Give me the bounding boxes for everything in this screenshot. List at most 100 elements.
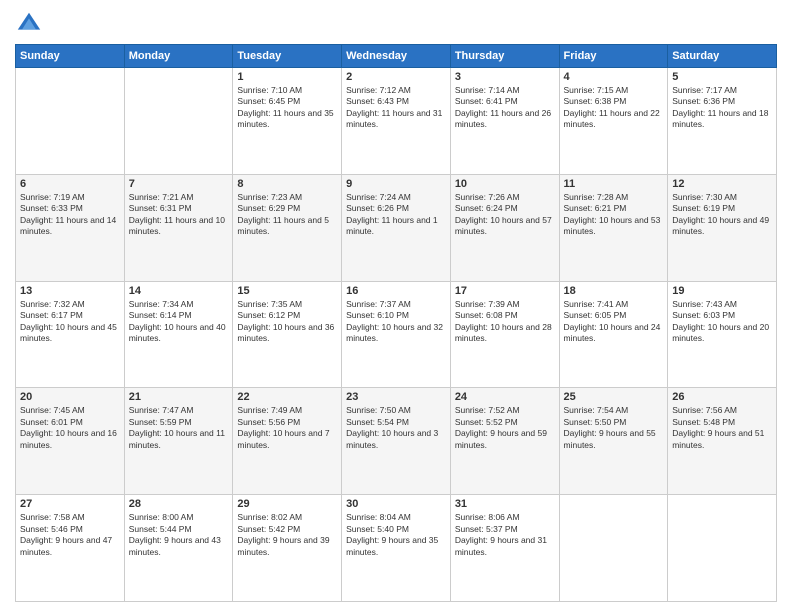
day-info: Sunrise: 7:26 AM Sunset: 6:24 PM Dayligh… — [455, 192, 555, 238]
logo-icon — [15, 10, 43, 38]
calendar-cell: 24Sunrise: 7:52 AM Sunset: 5:52 PM Dayli… — [450, 388, 559, 495]
calendar-row-1: 6Sunrise: 7:19 AM Sunset: 6:33 PM Daylig… — [16, 174, 777, 281]
day-number: 23 — [346, 391, 446, 403]
weekday-header-row: SundayMondayTuesdayWednesdayThursdayFrid… — [16, 45, 777, 68]
calendar-cell: 22 Sunrise: 7:49 AM Sunset: 5:56 PM Dayli… — [233, 388, 342, 495]
logo — [15, 10, 47, 38]
day-number: 9 — [346, 178, 446, 190]
day-info: Sunrise: 7:35 AM Sunset: 6:12 PM Dayligh… — [237, 299, 337, 345]
calendar-row-0: 1 Sunrise: 7:10 AM Sunset: 6:45 PM Daylig… — [16, 68, 777, 175]
calendar-cell: 20 Sunrise: 7:45 AM Sunset: 6:01 PM Dayli… — [16, 388, 125, 495]
day-number: 2 — [346, 71, 446, 83]
calendar-cell: 29Sunrise: 8:02 AM Sunset: 5:42 PM Dayli… — [233, 495, 342, 602]
day-number: 13 — [20, 285, 120, 297]
calendar-cell: 3Sunrise: 7:14 AM Sunset: 6:41 PM Daylig… — [450, 68, 559, 175]
calendar-cell: 19 Sunrise: 7:43 AM Sunset: 6:03 PM Dayli… — [668, 281, 777, 388]
calendar-cell: 8 Sunrise: 7:23 AM Sunset: 6:29 PM Daylig… — [233, 174, 342, 281]
calendar-cell: 12 Sunrise: 7:30 AM Sunset: 6:19 PM Dayli… — [668, 174, 777, 281]
calendar-cell: 21 Sunrise: 7:47 AM Sunset: 5:59 PM Dayli… — [124, 388, 233, 495]
calendar-cell: 1 Sunrise: 7:10 AM Sunset: 6:45 PM Daylig… — [233, 68, 342, 175]
day-info: Sunrise: 7:30 AM Sunset: 6:19 PM Dayligh… — [672, 192, 772, 238]
page: SundayMondayTuesdayWednesdayThursdayFrid… — [0, 0, 792, 612]
calendar-cell: 27Sunrise: 7:58 AM Sunset: 5:46 PM Dayli… — [16, 495, 125, 602]
day-info: Sunrise: 7:28 AM Sunset: 6:21 PM Dayligh… — [564, 192, 664, 238]
day-number: 14 — [129, 285, 229, 297]
day-info: Sunrise: 7:56 AM Sunset: 5:48 PM Dayligh… — [672, 405, 772, 451]
day-number: 4 — [564, 71, 664, 83]
calendar-cell: 4 Sunrise: 7:15 AM Sunset: 6:38 PM Daylig… — [559, 68, 668, 175]
day-info: Sunrise: 7:39 AM Sunset: 6:08 PM Dayligh… — [455, 299, 555, 345]
day-number: 27 — [20, 498, 120, 510]
day-number: 28 — [129, 498, 229, 510]
calendar-cell: 7 Sunrise: 7:21 AM Sunset: 6:31 PM Daylig… — [124, 174, 233, 281]
day-number: 8 — [237, 178, 337, 190]
day-number: 24 — [455, 391, 555, 403]
day-info: Sunrise: 7:47 AM Sunset: 5:59 PM Dayligh… — [129, 405, 229, 451]
day-number: 3 — [455, 71, 555, 83]
weekday-header-wednesday: Wednesday — [342, 45, 451, 68]
calendar-cell — [16, 68, 125, 175]
calendar-cell: 9 Sunrise: 7:24 AM Sunset: 6:26 PM Daylig… — [342, 174, 451, 281]
day-info: Sunrise: 7:23 AM Sunset: 6:29 PM Dayligh… — [237, 192, 337, 238]
weekday-header-friday: Friday — [559, 45, 668, 68]
calendar-cell: 23 Sunrise: 7:50 AM Sunset: 5:54 PM Dayli… — [342, 388, 451, 495]
day-number: 20 — [20, 391, 120, 403]
day-number: 15 — [237, 285, 337, 297]
weekday-header-sunday: Sunday — [16, 45, 125, 68]
day-number: 17 — [455, 285, 555, 297]
day-info: Sunrise: 7:54 AM Sunset: 5:50 PM Dayligh… — [564, 405, 664, 451]
calendar-cell: 31Sunrise: 8:06 AM Sunset: 5:37 PM Dayli… — [450, 495, 559, 602]
calendar-cell: 28 Sunrise: 8:00 AM Sunset: 5:44 PM Dayli… — [124, 495, 233, 602]
calendar-cell — [124, 68, 233, 175]
day-info: Sunrise: 7:45 AM Sunset: 6:01 PM Dayligh… — [20, 405, 120, 451]
day-number: 6 — [20, 178, 120, 190]
day-info: Sunrise: 7:10 AM Sunset: 6:45 PM Dayligh… — [237, 85, 337, 131]
calendar-cell — [668, 495, 777, 602]
weekday-header-saturday: Saturday — [668, 45, 777, 68]
calendar-cell — [559, 495, 668, 602]
day-info: Sunrise: 7:32 AM Sunset: 6:17 PM Dayligh… — [20, 299, 120, 345]
day-number: 22 — [237, 391, 337, 403]
calendar-row-2: 13 Sunrise: 7:32 AM Sunset: 6:17 PM Dayli… — [16, 281, 777, 388]
day-number: 21 — [129, 391, 229, 403]
day-info: Sunrise: 7:17 AM Sunset: 6:36 PM Dayligh… — [672, 85, 772, 131]
calendar-cell: 11 Sunrise: 7:28 AM Sunset: 6:21 PM Dayli… — [559, 174, 668, 281]
day-number: 7 — [129, 178, 229, 190]
calendar-cell: 10 Sunrise: 7:26 AM Sunset: 6:24 PM Dayli… — [450, 174, 559, 281]
header — [15, 10, 777, 38]
day-info: Sunrise: 8:06 AM Sunset: 5:37 PM Dayligh… — [455, 512, 555, 558]
day-info: Sunrise: 7:24 AM Sunset: 6:26 PM Dayligh… — [346, 192, 446, 238]
calendar-cell: 2 Sunrise: 7:12 AM Sunset: 6:43 PM Daylig… — [342, 68, 451, 175]
calendar-cell: 15 Sunrise: 7:35 AM Sunset: 6:12 PM Dayli… — [233, 281, 342, 388]
day-info: Sunrise: 7:15 AM Sunset: 6:38 PM Dayligh… — [564, 85, 664, 131]
calendar-cell: 30Sunrise: 8:04 AM Sunset: 5:40 PM Dayli… — [342, 495, 451, 602]
calendar-cell: 5 Sunrise: 7:17 AM Sunset: 6:36 PM Daylig… — [668, 68, 777, 175]
day-info: Sunrise: 7:12 AM Sunset: 6:43 PM Dayligh… — [346, 85, 446, 131]
day-number: 1 — [237, 71, 337, 83]
day-number: 18 — [564, 285, 664, 297]
day-number: 26 — [672, 391, 772, 403]
calendar-cell: 25 Sunrise: 7:54 AM Sunset: 5:50 PM Dayli… — [559, 388, 668, 495]
calendar: SundayMondayTuesdayWednesdayThursdayFrid… — [15, 44, 777, 602]
day-number: 30 — [346, 498, 446, 510]
weekday-header-monday: Monday — [124, 45, 233, 68]
day-number: 11 — [564, 178, 664, 190]
day-number: 16 — [346, 285, 446, 297]
weekday-header-thursday: Thursday — [450, 45, 559, 68]
day-number: 12 — [672, 178, 772, 190]
day-info: Sunrise: 8:00 AM Sunset: 5:44 PM Dayligh… — [129, 512, 229, 558]
day-number: 10 — [455, 178, 555, 190]
calendar-cell: 6Sunrise: 7:19 AM Sunset: 6:33 PM Daylig… — [16, 174, 125, 281]
day-number: 5 — [672, 71, 772, 83]
calendar-cell: 13 Sunrise: 7:32 AM Sunset: 6:17 PM Dayli… — [16, 281, 125, 388]
day-number: 25 — [564, 391, 664, 403]
day-info: Sunrise: 7:50 AM Sunset: 5:54 PM Dayligh… — [346, 405, 446, 451]
day-info: Sunrise: 7:49 AM Sunset: 5:56 PM Dayligh… — [237, 405, 337, 451]
calendar-cell: 26 Sunrise: 7:56 AM Sunset: 5:48 PM Dayli… — [668, 388, 777, 495]
day-info: Sunrise: 7:21 AM Sunset: 6:31 PM Dayligh… — [129, 192, 229, 238]
day-info: Sunrise: 7:43 AM Sunset: 6:03 PM Dayligh… — [672, 299, 772, 345]
calendar-cell: 17 Sunrise: 7:39 AM Sunset: 6:08 PM Dayli… — [450, 281, 559, 388]
day-info: Sunrise: 8:02 AM Sunset: 5:42 PM Dayligh… — [237, 512, 337, 558]
day-number: 19 — [672, 285, 772, 297]
calendar-cell: 14Sunrise: 7:34 AM Sunset: 6:14 PM Dayli… — [124, 281, 233, 388]
